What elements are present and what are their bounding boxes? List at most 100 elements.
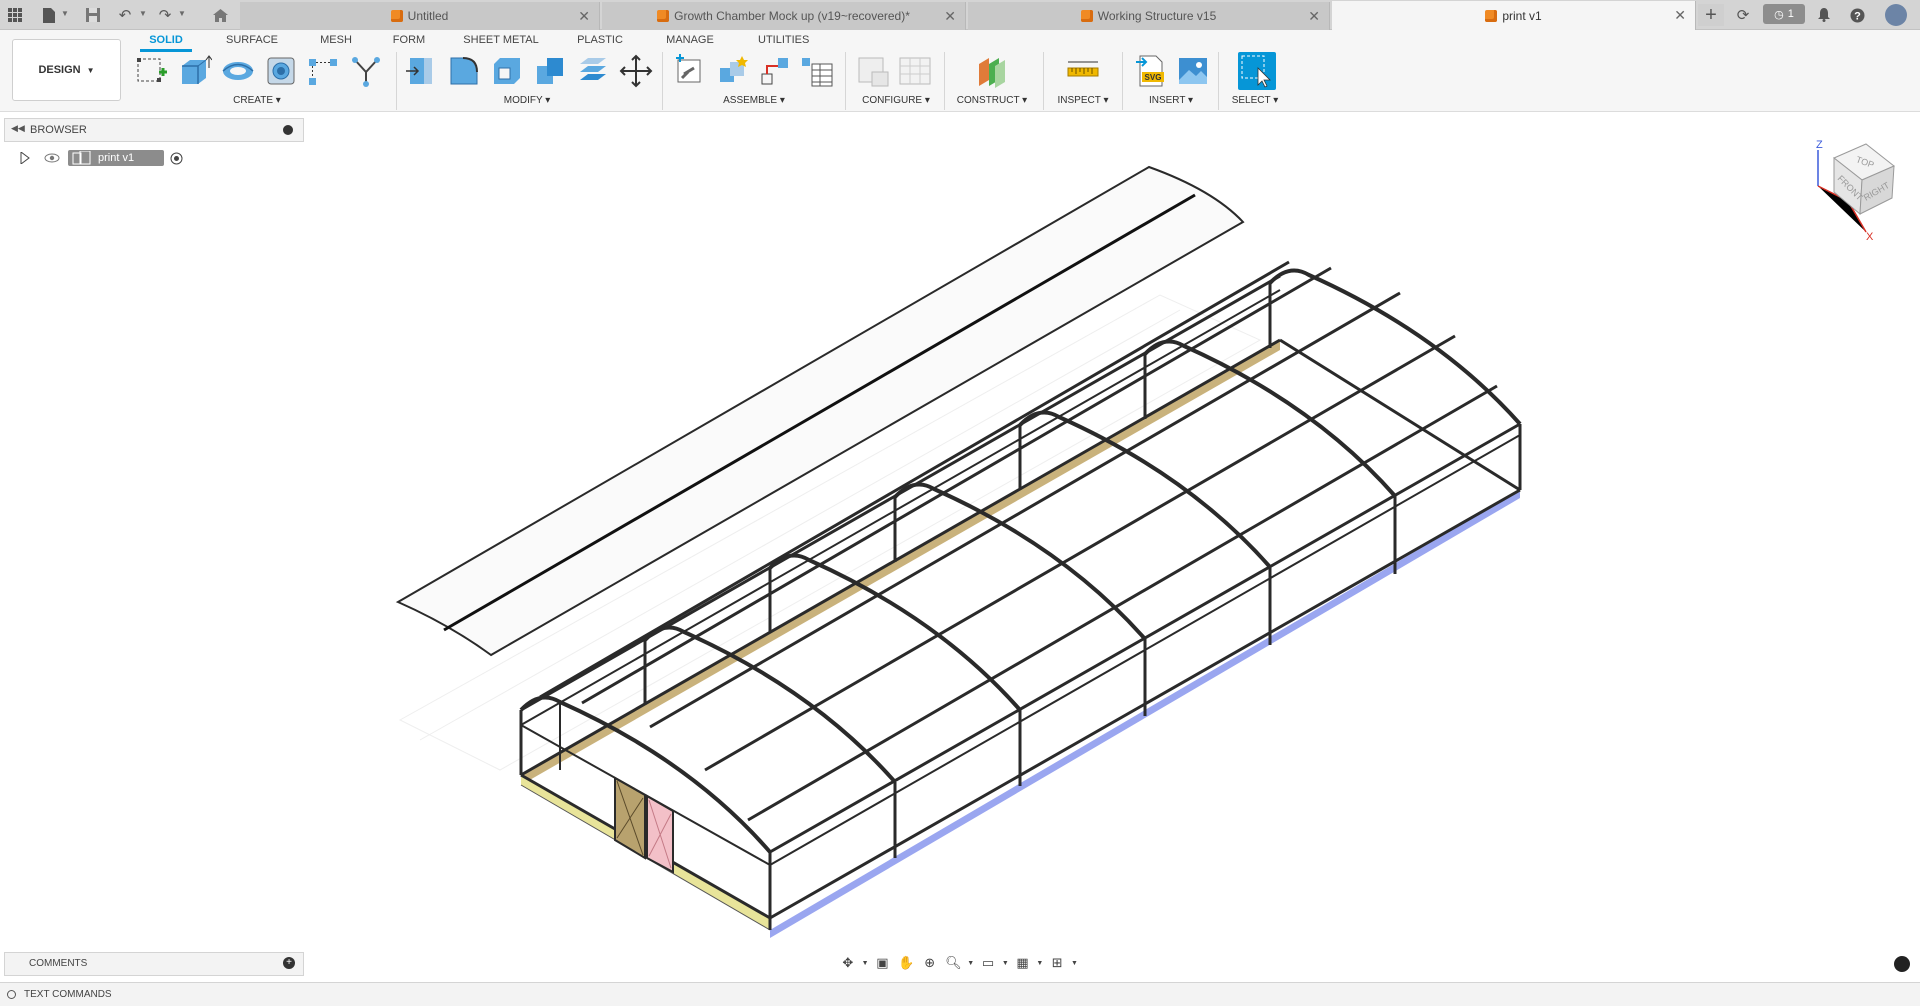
- move-icon[interactable]: [619, 54, 653, 88]
- viewports-caret-icon[interactable]: ▼: [1071, 960, 1078, 967]
- job-status-badge[interactable]: ◷ 1: [1763, 4, 1805, 24]
- bill-of-materials-icon[interactable]: [800, 54, 834, 88]
- tab-untitled[interactable]: Untitled ✕: [240, 2, 600, 30]
- insert-canvas-icon[interactable]: [1176, 54, 1210, 88]
- modify-menu[interactable]: MODIFY ▾: [496, 95, 558, 106]
- tab-growth-chamber[interactable]: Growth Chamber Mock up (v19~recovered)* …: [602, 2, 966, 30]
- tab-mesh[interactable]: MESH: [316, 34, 356, 52]
- redo-icon[interactable]: ↷: [154, 4, 176, 26]
- look-at-icon[interactable]: ▣: [873, 953, 893, 973]
- revolve-icon[interactable]: [221, 54, 255, 88]
- separator: [845, 52, 846, 110]
- inspect-menu[interactable]: INSPECT ▾: [1052, 95, 1114, 106]
- text-commands-toggle-icon[interactable]: [7, 990, 16, 999]
- as-built-joint-icon[interactable]: [758, 54, 792, 88]
- separator: [1218, 52, 1219, 110]
- 3d-viewport-canvas[interactable]: TOP FRONT RIGHT Z X: [0, 112, 1920, 952]
- close-icon[interactable]: ✕: [1308, 8, 1320, 25]
- measure-icon[interactable]: [1066, 54, 1100, 88]
- grid-settings-icon[interactable]: ▦: [1013, 953, 1033, 973]
- greenhouse-model[interactable]: [0, 112, 1920, 952]
- sync-icon[interactable]: ⟳: [1732, 4, 1754, 26]
- assemble-menu[interactable]: ASSEMBLE ▾: [714, 95, 794, 106]
- workspace-switcher-button[interactable]: DESIGN ▼: [12, 39, 121, 101]
- configure-table-icon[interactable]: [856, 54, 890, 88]
- undo-icon[interactable]: ↶: [114, 4, 136, 26]
- configure-menu[interactable]: CONFIGURE ▾: [858, 95, 934, 106]
- select-group-label: SELECT: [1231, 95, 1271, 106]
- design-file-icon: [390, 10, 403, 22]
- comments-label: COMMENTS: [29, 958, 88, 969]
- construct-group-label: CONSTRUCT: [956, 95, 1020, 106]
- insert-svg-icon[interactable]: SVG: [1134, 54, 1168, 88]
- close-icon[interactable]: ✕: [944, 8, 956, 25]
- construct-menu[interactable]: CONSTRUCT ▾: [952, 95, 1032, 106]
- design-file-icon: [1485, 9, 1498, 22]
- tab-label: Untitled: [407, 9, 449, 23]
- hole-icon[interactable]: [264, 54, 298, 88]
- joint-icon[interactable]: [716, 54, 750, 88]
- rectangular-pattern-icon[interactable]: [306, 54, 340, 88]
- tab-print-v1[interactable]: print v1 ✕: [1332, 1, 1696, 30]
- offset-face-icon[interactable]: [576, 54, 610, 88]
- create-sketch-icon[interactable]: [135, 54, 169, 88]
- combine-icon[interactable]: [533, 54, 567, 88]
- text-commands-bar[interactable]: TEXT COMMANDS: [0, 982, 1920, 1006]
- assemble-group-label: ASSEMBLE: [723, 95, 778, 106]
- undo-caret-icon[interactable]: ▼: [139, 9, 147, 18]
- add-comment-icon[interactable]: +: [283, 957, 295, 969]
- select-tool-icon[interactable]: [1238, 52, 1276, 90]
- tab-plastic[interactable]: PLASTIC: [576, 34, 624, 52]
- fit-zoom-icon[interactable]: 🔍︎: [944, 953, 964, 973]
- orbit-caret-icon[interactable]: ▼: [862, 960, 869, 967]
- offset-plane-icon[interactable]: [975, 54, 1009, 88]
- separator: [944, 52, 945, 110]
- view-cube[interactable]: TOP FRONT RIGHT Z X: [1808, 136, 1908, 246]
- file-menu-caret-icon[interactable]: ▼: [61, 9, 69, 18]
- text-commands-label: TEXT COMMANDS: [24, 989, 112, 1000]
- zoom-icon[interactable]: ⊕: [920, 953, 940, 973]
- toolbar-ribbon: DESIGN ▼ SOLID SURFACE MESH FORM SHEET M…: [0, 30, 1920, 112]
- select-menu[interactable]: SELECT ▾: [1224, 95, 1286, 106]
- feedback-icon[interactable]: [1894, 956, 1910, 972]
- tab-surface[interactable]: SURFACE: [224, 34, 280, 52]
- comments-panel[interactable]: COMMENTS +: [4, 952, 304, 976]
- grid-caret-icon[interactable]: ▼: [1036, 960, 1043, 967]
- orbit-icon[interactable]: ✥: [838, 953, 858, 973]
- extrude-icon[interactable]: [178, 54, 213, 88]
- close-icon[interactable]: ✕: [578, 8, 590, 25]
- display-caret-icon[interactable]: ▼: [1002, 960, 1009, 967]
- greenhouse-door[interactable]: [614, 776, 674, 874]
- new-tab-plus-icon[interactable]: +: [1698, 4, 1724, 26]
- tab-manage[interactable]: MANAGE: [664, 34, 716, 52]
- home-icon[interactable]: [205, 4, 235, 26]
- app-grid-icon[interactable]: [4, 4, 26, 26]
- help-icon[interactable]: ?: [1846, 4, 1868, 26]
- shell-icon[interactable]: [490, 54, 524, 88]
- joint-tree-icon[interactable]: [349, 54, 383, 88]
- tab-working-structure[interactable]: Working Structure v15 ✕: [968, 2, 1330, 30]
- file-menu-icon[interactable]: [38, 4, 60, 26]
- tab-utilities[interactable]: UTILITIES: [758, 34, 809, 52]
- press-pull-icon[interactable]: [404, 54, 438, 88]
- tab-form[interactable]: FORM: [390, 34, 428, 52]
- redo-caret-icon[interactable]: ▼: [178, 9, 186, 18]
- notification-bell-icon[interactable]: [1813, 4, 1835, 26]
- configure-rule-icon[interactable]: [898, 54, 932, 88]
- tab-solid[interactable]: SOLID: [140, 34, 192, 52]
- roof-panel-part[interactable]: [395, 165, 1245, 657]
- display-settings-icon[interactable]: ▭: [978, 953, 998, 973]
- new-component-icon[interactable]: [674, 54, 708, 88]
- design-file-icon: [1080, 10, 1093, 22]
- pan-hand-icon[interactable]: ✋: [896, 953, 916, 973]
- save-icon[interactable]: [82, 4, 104, 26]
- axis-x-label: X: [1866, 231, 1874, 243]
- insert-menu[interactable]: INSERT ▾: [1136, 95, 1206, 106]
- create-menu[interactable]: CREATE ▾: [226, 95, 288, 106]
- zoom-caret-icon[interactable]: ▼: [967, 960, 974, 967]
- fillet-icon[interactable]: [447, 54, 481, 88]
- close-icon[interactable]: ✕: [1674, 7, 1686, 24]
- user-avatar[interactable]: [1885, 4, 1907, 26]
- tab-sheet-metal[interactable]: SHEET METAL: [462, 34, 540, 52]
- viewports-icon[interactable]: ⊞: [1047, 953, 1067, 973]
